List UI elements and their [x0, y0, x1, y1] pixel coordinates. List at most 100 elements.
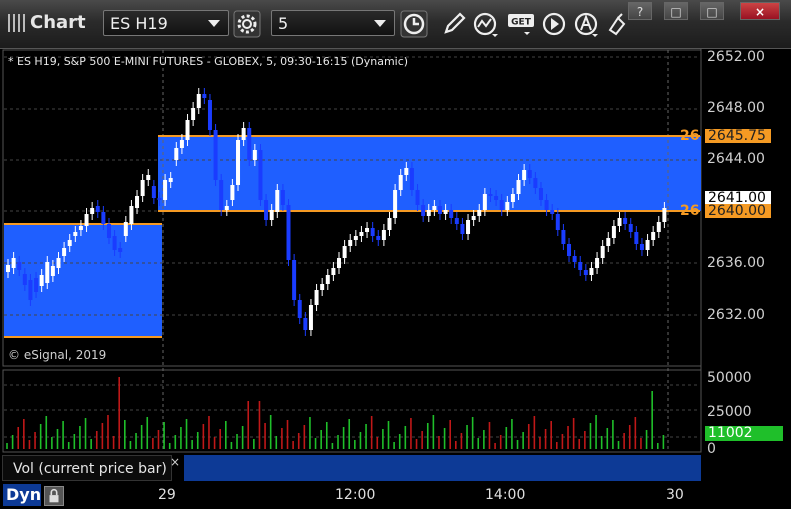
candle-body [123, 222, 128, 236]
candle-body [342, 246, 347, 258]
candle-body [365, 228, 370, 232]
candle-body [325, 275, 330, 284]
candle-body [331, 268, 336, 275]
candle-body [662, 208, 667, 222]
chart-header: * ES H19, S&P 500 E-MINI FUTURES - GLOBE… [8, 55, 409, 68]
price-chart[interactable] [0, 48, 791, 483]
candle-body [510, 194, 515, 202]
toolbar-grip[interactable] [13, 14, 15, 32]
volume-study-label[interactable]: Vol (current price bar) [2, 455, 172, 481]
line-study-icon[interactable] [472, 10, 500, 38]
get-data-icon[interactable]: GET [506, 10, 538, 38]
candle-body [645, 240, 650, 250]
candle-body [516, 180, 521, 194]
chevron-down-icon [208, 20, 220, 27]
candle-body [359, 232, 364, 236]
candle-body [572, 256, 577, 262]
upper-level-tag: 2645.75 [705, 129, 771, 143]
toolbar-grip[interactable] [18, 14, 20, 32]
gear-icon[interactable] [233, 10, 261, 38]
lock-icon[interactable] [44, 486, 64, 506]
candle-body [146, 175, 151, 180]
clock-icon[interactable] [400, 10, 428, 38]
candle-body [381, 230, 386, 240]
candle-body [224, 206, 229, 210]
candle-body [297, 300, 302, 318]
candle-body [303, 318, 308, 330]
candle-body [67, 240, 72, 246]
price-axis-label: 2632.00 [707, 307, 765, 323]
maximize-button[interactable]: □ [700, 2, 724, 20]
candle-body [185, 120, 190, 140]
time-axis-label: 12:00 [335, 487, 376, 503]
candle-body [56, 258, 61, 268]
candle-body [140, 180, 145, 196]
price-axis-label: 2644.00 [707, 151, 765, 167]
candle-body [376, 236, 381, 240]
candle-body [499, 200, 504, 210]
dynamic-mode-label[interactable]: Dyn [3, 484, 41, 506]
candle-body [505, 202, 510, 210]
chevron-down-icon [374, 20, 386, 27]
candle-body [393, 190, 398, 218]
interval-selector[interactable]: 5 [271, 10, 395, 36]
candle-body [73, 232, 78, 236]
candle-body [308, 305, 313, 330]
close-button[interactable]: × [740, 2, 780, 20]
candle-body [555, 214, 560, 230]
candle-body [623, 218, 628, 224]
candle-body [163, 180, 168, 200]
candle-body [118, 248, 123, 252]
candle-body [191, 108, 196, 120]
candle-body [84, 214, 89, 226]
candle-body [595, 258, 600, 268]
candle-body [337, 258, 341, 268]
study-bar-fill [184, 455, 701, 481]
alert-icon[interactable] [572, 10, 600, 38]
time-axis-label: 29 [158, 487, 176, 503]
toolbar-grip[interactable] [23, 14, 25, 32]
candle-body [62, 248, 67, 256]
candle-body [236, 140, 241, 185]
last-volume-tag: 11002 [705, 426, 783, 441]
candle-body [589, 268, 594, 275]
candle-body [617, 218, 622, 226]
symbol-selector[interactable]: ES H19 [103, 10, 229, 36]
svg-text:GET: GET [511, 18, 532, 28]
interval-value: 5 [278, 14, 289, 33]
candle-body [112, 236, 117, 250]
candle-body [151, 186, 156, 198]
candle-body [106, 224, 111, 238]
play-icon[interactable] [540, 10, 568, 38]
candle-body [634, 232, 639, 244]
candle-body [432, 206, 437, 210]
candle-body [252, 150, 257, 160]
candle-body [353, 236, 358, 240]
help-button[interactable]: ? [628, 2, 652, 20]
candle-body [527, 170, 532, 178]
candle-body [129, 206, 134, 224]
copyright-label: © eSignal, 2019 [8, 348, 107, 362]
minimize-button[interactable]: □ [664, 2, 688, 20]
close-icon[interactable]: × [170, 455, 180, 469]
candle-body [230, 185, 235, 200]
candle-body [264, 200, 269, 220]
volume-axis-label: 25000 [707, 404, 752, 420]
candle-body [179, 140, 184, 148]
candle-body [409, 168, 414, 190]
candle-body [11, 258, 16, 268]
candle-body [538, 188, 543, 200]
toolbar-grip[interactable] [8, 14, 10, 32]
candle-body [78, 226, 83, 230]
candle-body [426, 210, 431, 216]
candle-body [482, 194, 487, 210]
candle-body [656, 222, 661, 232]
candle-body [286, 205, 291, 260]
candle-body [550, 210, 555, 214]
candle-body [168, 178, 173, 182]
symbol-value: ES H19 [110, 14, 168, 33]
candle-body [258, 150, 263, 200]
candle-body [207, 100, 212, 130]
candle-body [443, 210, 448, 214]
pencil-icon[interactable] [440, 10, 468, 38]
